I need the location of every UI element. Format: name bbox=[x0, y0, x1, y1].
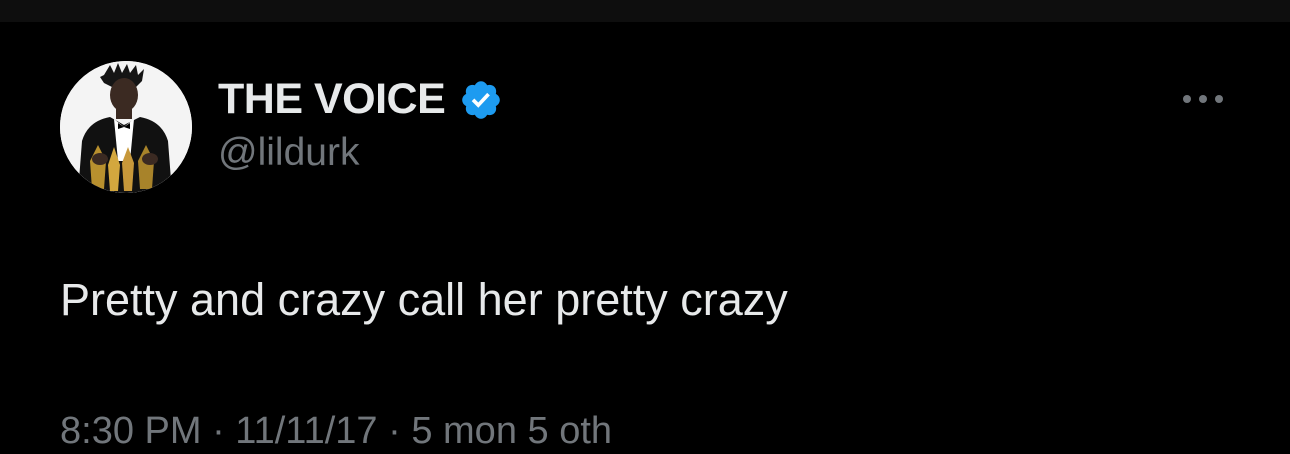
top-bar bbox=[0, 0, 1290, 22]
handle[interactable]: @lildurk bbox=[218, 129, 359, 177]
tweet-meta: 8:30 PM · 11/11/17 · 5 mon 5 oth bbox=[60, 410, 613, 452]
more-horizontal-icon[interactable] bbox=[1177, 84, 1229, 114]
display-name[interactable]: THE VOICE bbox=[218, 73, 446, 125]
avatar-image bbox=[60, 61, 192, 193]
tweet-text: Pretty and crazy call her pretty crazy bbox=[60, 274, 788, 325]
verified-badge-icon bbox=[462, 81, 500, 119]
avatar[interactable] bbox=[60, 61, 192, 193]
